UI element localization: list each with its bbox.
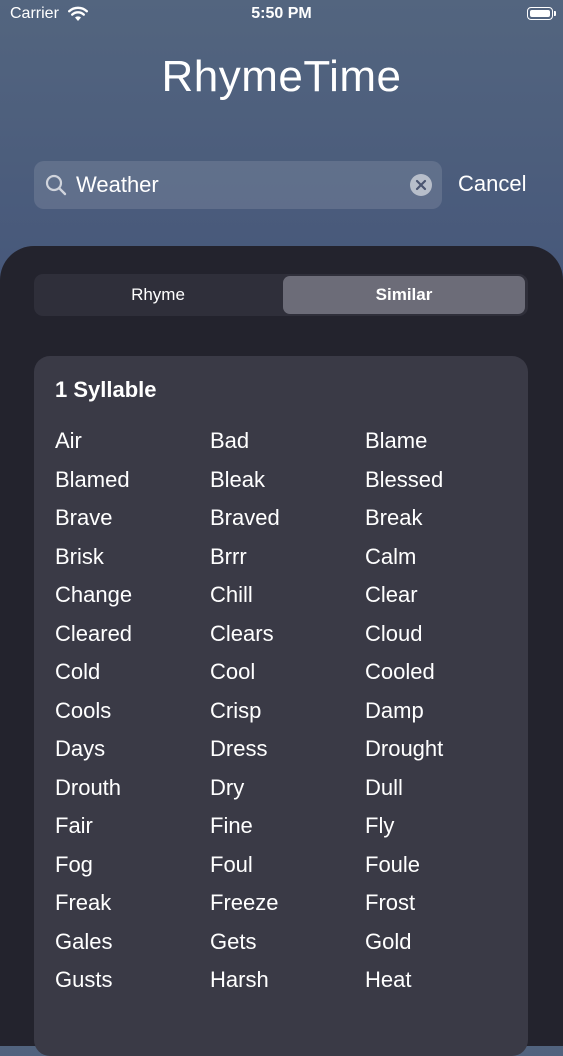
word-item[interactable]: Dry [210,773,365,812]
word-item[interactable]: Cloud [365,619,520,658]
word-grid: Air Bad Blame Blamed Bleak Blessed Brave Braved… [55,426,520,1004]
search-icon [44,173,68,197]
word-item[interactable]: Cooled [365,657,520,696]
word-item[interactable]: Fair [55,811,210,850]
word-item[interactable]: Bad [210,426,365,465]
results-card: 1 Syllable Air Bad Blame Blamed Bleak Blessed… [34,356,528,1056]
word-item[interactable]: Foule [365,850,520,889]
word-item[interactable]: Calm [365,542,520,581]
word-item[interactable]: Change [55,580,210,619]
word-item[interactable]: Damp [365,696,520,735]
word-item[interactable]: Dull [365,773,520,812]
status-time: 5:50 PM [251,5,312,22]
battery-icon [527,7,556,20]
word-item[interactable]: Drought [365,734,520,773]
word-item[interactable]: Gets [210,927,365,966]
word-item[interactable]: Clear [365,580,520,619]
word-item[interactable]: Freeze [210,888,365,927]
word-item[interactable]: Brave [55,503,210,542]
tab-rhyme[interactable]: Rhyme [36,276,280,314]
word-item[interactable]: Cool [210,657,365,696]
word-item[interactable]: Crisp [210,696,365,735]
word-item[interactable]: Cleared [55,619,210,658]
word-item[interactable]: Gales [55,927,210,966]
word-item[interactable]: Dress [210,734,365,773]
word-item[interactable]: Freak [55,888,210,927]
word-item[interactable]: Gusts [55,965,210,1004]
word-item[interactable]: Harsh [210,965,365,1004]
app-title: RhymeTime [161,52,402,101]
status-bar: Carrier 5:50 PM [0,0,563,30]
word-item[interactable]: Gold [365,927,520,966]
word-item[interactable]: Fine [210,811,365,850]
word-item[interactable]: Bleak [210,465,365,504]
cancel-button[interactable]: Cancel [458,171,526,197]
word-item[interactable]: Drouth [55,773,210,812]
search-input[interactable] [76,161,406,209]
word-item[interactable]: Break [365,503,520,542]
word-item[interactable]: Braved [210,503,365,542]
word-item[interactable]: Heat [365,965,520,1004]
word-item[interactable]: Clears [210,619,365,658]
word-item[interactable]: Blame [365,426,520,465]
word-item[interactable]: Chill [210,580,365,619]
word-item[interactable]: Days [55,734,210,773]
word-item[interactable]: Brrr [210,542,365,581]
word-item[interactable]: Cools [55,696,210,735]
tab-similar[interactable]: Similar [283,276,525,314]
section-heading: 1 Syllable [55,377,157,402]
word-item[interactable]: Foul [210,850,365,889]
segmented-control: Rhyme Similar [34,274,528,316]
word-item[interactable]: Air [55,426,210,465]
word-item[interactable]: Fly [365,811,520,850]
word-item[interactable]: Fog [55,850,210,889]
search-bar[interactable] [34,161,442,209]
word-item[interactable]: Cold [55,657,210,696]
word-item[interactable]: Frost [365,888,520,927]
word-item[interactable]: Blessed [365,465,520,504]
word-item[interactable]: Blamed [55,465,210,504]
word-item[interactable]: Brisk [55,542,210,581]
clear-icon[interactable] [410,174,432,196]
